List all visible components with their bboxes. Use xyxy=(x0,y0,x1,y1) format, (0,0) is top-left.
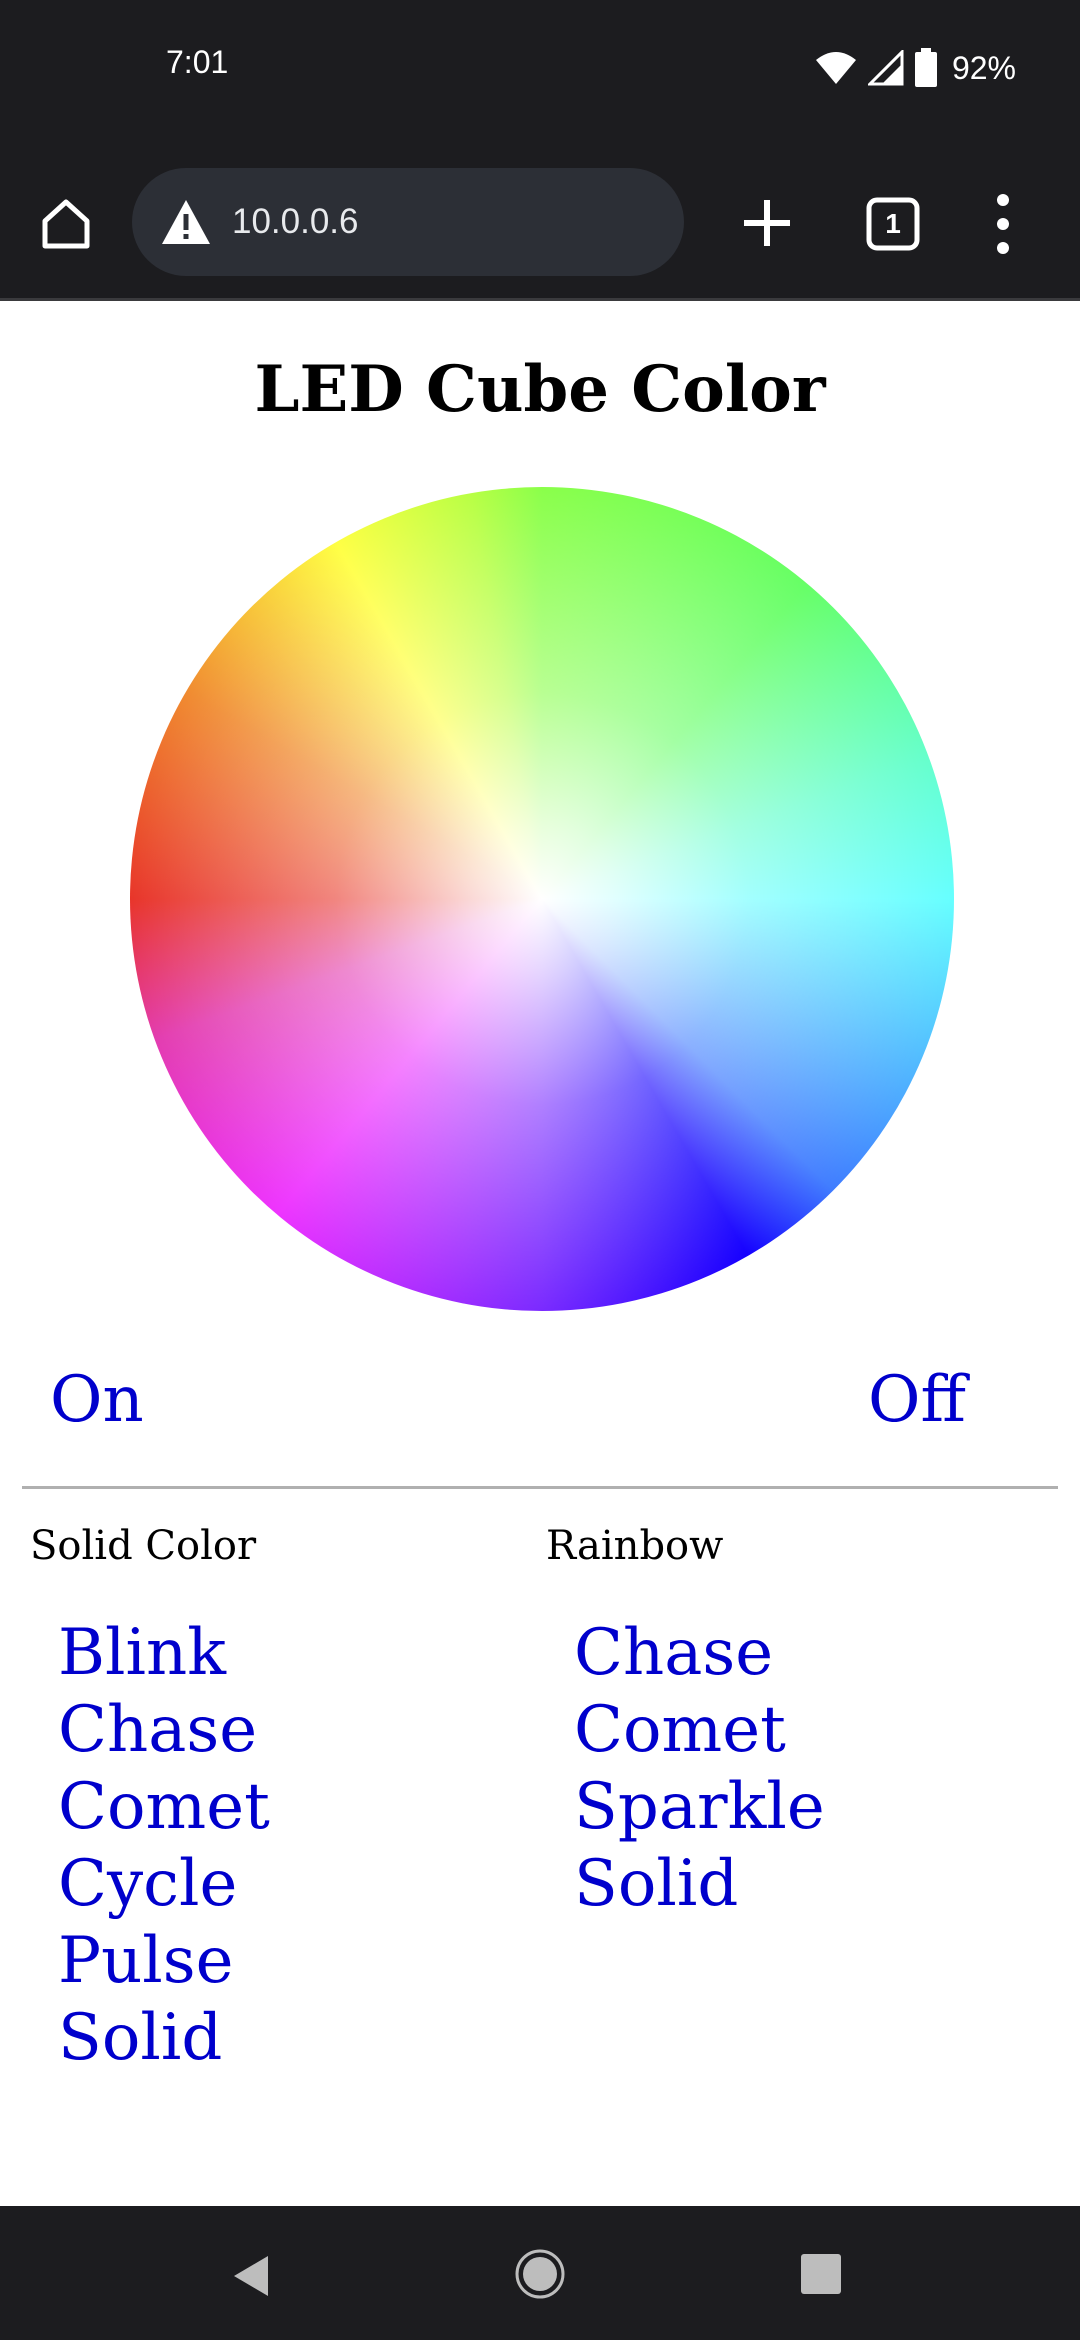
new-tab-icon[interactable] xyxy=(736,192,798,254)
solid-comet-link[interactable]: Comet xyxy=(58,1770,270,1844)
solid-color-effects: Blink Chase Comet Cycle Pulse Solid xyxy=(58,1615,270,2077)
toolbar-divider xyxy=(0,298,1080,301)
tab-count: 1 xyxy=(885,208,901,239)
solid-chase-link[interactable]: Chase xyxy=(58,1693,257,1767)
home-circle-icon[interactable] xyxy=(514,2248,566,2300)
rainbow-effects: Chase Comet Sparkle Solid xyxy=(574,1615,825,1923)
battery-percent: 92% xyxy=(951,50,1016,86)
address-bar[interactable]: 10.0.0.6 xyxy=(132,168,684,276)
tab-switcher-button[interactable]: 1 xyxy=(865,196,921,252)
status-time: 7:01 xyxy=(166,44,229,80)
rainbow-heading: Rainbow xyxy=(546,1523,724,1569)
status-icons: 92% xyxy=(814,48,1016,88)
solid-pulse-link[interactable]: Pulse xyxy=(58,1924,233,1998)
overflow-menu-icon[interactable] xyxy=(988,192,1018,256)
page-title: LED Cube Color xyxy=(254,352,826,427)
back-icon[interactable] xyxy=(228,2252,276,2300)
solid-blink-link[interactable]: Blink xyxy=(58,1616,226,1690)
warning-icon[interactable] xyxy=(160,198,212,246)
power-off-link[interactable]: Off xyxy=(868,1360,966,1440)
recents-icon[interactable] xyxy=(800,2253,842,2295)
solid-solid-link[interactable]: Solid xyxy=(58,2001,222,2075)
rainbow-solid-link[interactable]: Solid xyxy=(574,1847,738,1921)
solid-color-heading: Solid Color xyxy=(30,1523,257,1569)
url-text: 10.0.0.6 xyxy=(232,202,359,241)
status-bar: 7:01 92% xyxy=(0,0,1080,140)
horizontal-rule xyxy=(22,1486,1058,1489)
rainbow-chase-link[interactable]: Chase xyxy=(574,1616,773,1690)
color-wheel-center[interactable] xyxy=(130,487,954,1311)
solid-cycle-link[interactable]: Cycle xyxy=(58,1847,237,1921)
power-on-link[interactable]: On xyxy=(50,1360,144,1440)
wifi-icon xyxy=(815,52,856,84)
cell-signal-icon xyxy=(867,50,904,86)
rainbow-comet-link[interactable]: Comet xyxy=(574,1693,786,1767)
rainbow-sparkle-link[interactable]: Sparkle xyxy=(574,1770,825,1844)
home-button[interactable] xyxy=(32,190,100,258)
home-icon xyxy=(42,199,90,249)
battery-icon xyxy=(914,48,937,87)
